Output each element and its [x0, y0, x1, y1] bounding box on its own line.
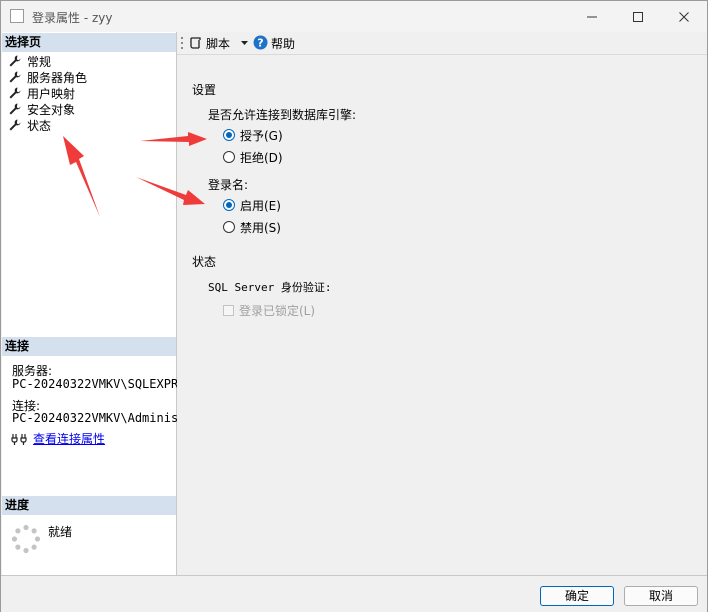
wrench-icon	[9, 119, 21, 131]
grant-label: 授予(G)	[240, 129, 283, 143]
right-pane: 脚本 ? 帮助 设置 是否允许连接到数据库引擎: 授予(G) 拒绝(D) 登录名…	[177, 32, 707, 575]
plug-icon	[11, 434, 27, 445]
script-button[interactable]: 脚本	[188, 34, 254, 52]
nav-item-label: 服务器角色	[27, 71, 88, 85]
left-pane: 选择页 常规 服务器角色 用户映射 安全对象 状态 连接 服务器: PC-202…	[2, 32, 207, 575]
disable-label: 禁用(S)	[240, 221, 281, 235]
toolbar-grip	[181, 37, 183, 49]
help-label: 帮助	[271, 37, 296, 51]
server-value: PC-20240322VMKV\SQLEXPRESS	[12, 377, 200, 391]
nav-item-server-roles[interactable]: 服务器角色	[8, 70, 87, 86]
ok-button[interactable]: 确定	[540, 586, 614, 606]
settings-section-title: 设置	[192, 83, 217, 97]
login-locked-label: 登录已锁定(L)	[239, 304, 316, 318]
wrench-icon	[9, 87, 21, 99]
sql-auth-label: SQL Server 身份验证:	[208, 281, 332, 294]
login-label: 登录名:	[208, 178, 249, 192]
nav-item-label: 用户映射	[27, 87, 76, 101]
help-icon: ?	[253, 35, 268, 50]
help-button[interactable]: ? 帮助	[253, 34, 303, 52]
toolbar: 脚本 ? 帮助	[177, 32, 707, 55]
minimize-button[interactable]	[569, 1, 615, 32]
nav-item-general[interactable]: 常规	[8, 54, 51, 70]
progress-header: 进度	[2, 496, 176, 515]
nav-item-label: 状态	[27, 119, 52, 133]
window-title: 登录属性 - zyy	[32, 11, 113, 25]
disable-radio-button[interactable]	[223, 221, 235, 233]
enable-radio-button[interactable]	[223, 199, 235, 211]
svg-text:?: ?	[257, 37, 263, 50]
wrench-icon	[9, 55, 21, 67]
progress-status: 就绪	[48, 525, 73, 539]
deny-label: 拒绝(D)	[240, 151, 283, 165]
login-properties-window: 登录属性 - zyy 选择页 常规 服务器角色 用户映射 安全对象 状态 连接 …	[0, 0, 708, 612]
wrench-icon	[9, 103, 21, 115]
status-section-title: 状态	[192, 255, 217, 269]
script-icon	[190, 37, 201, 49]
wrench-icon	[9, 71, 21, 83]
login-locked-check[interactable]	[223, 305, 234, 316]
title-bar[interactable]: 登录属性 - zyy	[1, 1, 707, 32]
nav-item-label: 安全对象	[27, 103, 76, 117]
dropdown-arrow-icon	[241, 41, 248, 45]
button-bar: 确定 取消	[1, 575, 707, 612]
close-button[interactable]	[661, 1, 707, 32]
db-engine-question: 是否允许连接到数据库引擎:	[208, 108, 357, 122]
spinner-icon	[11, 524, 41, 554]
view-connection-properties-link[interactable]: 查看连接属性	[33, 430, 105, 447]
script-label: 脚本	[206, 37, 231, 51]
window-icon	[10, 9, 24, 23]
nav-item-securables[interactable]: 安全对象	[8, 102, 75, 118]
deny-radio-button[interactable]	[223, 151, 235, 163]
enable-label: 启用(E)	[240, 199, 281, 213]
nav-item-user-mapping[interactable]: 用户映射	[8, 86, 75, 102]
nav-item-label: 常规	[27, 55, 52, 69]
cancel-button[interactable]: 取消	[624, 586, 698, 606]
select-page-header: 选择页	[2, 33, 176, 52]
minimize-icon	[587, 16, 597, 18]
maximize-icon	[633, 12, 643, 22]
close-icon	[679, 12, 689, 22]
settings-panel: 设置 是否允许连接到数据库引擎: 授予(G) 拒绝(D) 登录名: 启用(E) …	[177, 55, 707, 575]
maximize-button[interactable]	[615, 1, 661, 32]
connection-header: 连接	[2, 337, 176, 356]
grant-radio-button[interactable]	[223, 129, 235, 141]
nav-item-status[interactable]: 状态	[8, 118, 51, 134]
